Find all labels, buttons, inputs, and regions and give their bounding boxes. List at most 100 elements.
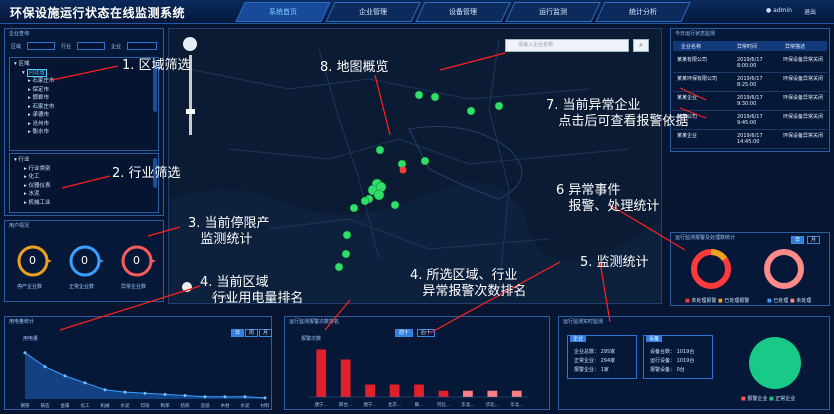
nav-company[interactable]: 企业管理 xyxy=(325,2,421,22)
alert-cell: 环保设备异常关闭 xyxy=(783,133,824,139)
legend-label: 报警企业 xyxy=(747,396,768,402)
legend-label: 已处理报警 xyxy=(724,298,750,304)
industry-label: 行业 xyxy=(61,44,72,50)
alarm-bar xyxy=(316,349,327,397)
alarm-bar xyxy=(414,384,424,397)
tree-item[interactable]: ▸ 石家庄市 xyxy=(14,77,55,86)
area-select[interactable] xyxy=(27,42,55,50)
alert-row[interactable]: 某某企业 2019/6/17 9:30:00 环保设备异常关闭 xyxy=(673,93,827,111)
user-menu[interactable]: ● admin xyxy=(766,7,792,14)
alarm-bar xyxy=(340,359,351,397)
tree-item[interactable]: ▸ 行业类别 xyxy=(14,165,51,174)
electric-point xyxy=(183,394,187,398)
alarm-tick: 邯... xyxy=(415,401,424,408)
legend-label: 已处理 xyxy=(773,298,789,304)
tree-item-label: 河北省 xyxy=(26,68,48,77)
electric-point xyxy=(263,396,267,400)
tree-item[interactable]: ▸ 沧州市 xyxy=(14,120,55,129)
app-title: 环保设施运行状态在线监测系统 xyxy=(10,6,186,20)
company-input[interactable] xyxy=(127,42,157,50)
tree-item-label: 邯郸市 xyxy=(32,95,50,101)
legend-label: 正常企业 xyxy=(775,396,796,402)
tree-item-label: 仪器仪表 xyxy=(28,182,51,189)
tree-item-label: 化工 xyxy=(28,174,40,180)
nav-home[interactable]: 系统首页 xyxy=(235,2,331,22)
alert-cell: 2019/6/17 14:45:00 xyxy=(737,133,763,145)
electric-point xyxy=(23,351,27,355)
alarm-rank-panel: 运行监测报警次数排名 前十 后十 报警次数 唐宁... 邢台... 唐宁... 北京.… xyxy=(284,316,550,410)
tree-item-label: 石家庄市 xyxy=(32,78,55,84)
event-stats-panel: 运行监测报警及处理数统计 日 月 ■ 未处理报警 ■ 已处理报警 ■ 已处理 ■… xyxy=(670,232,830,306)
alert-cell: 某某有限公司 xyxy=(677,57,708,63)
alarm-bar xyxy=(487,390,498,397)
annotation-monitor-stats: 5. 监测统计 xyxy=(580,255,649,270)
filter-panel: 企业查询 区域 行业 企业 ▾ 区域 ▾ 河北省 ▸ 石家庄市 ▸ 保定市 ▸ … xyxy=(4,28,164,216)
electric-point xyxy=(163,392,167,396)
tree-item[interactable]: ▸ 机械工业 xyxy=(14,199,51,208)
tree-root-area[interactable]: ▾ 区域 xyxy=(14,60,55,69)
processed-ring xyxy=(764,249,804,289)
tree-item[interactable]: ▸ 承德市 xyxy=(14,111,55,120)
logout-link[interactable]: 退出 xyxy=(804,7,816,16)
monitor-panel: 运行监测实时监测 企业 企业总数： 295家 正常企业： 294家 报警企业： 1家… xyxy=(558,316,830,410)
compass-icon[interactable] xyxy=(183,37,197,51)
electric-point xyxy=(243,395,247,399)
tree-item[interactable]: ▸ 保定市 xyxy=(14,86,55,95)
nav-stats[interactable]: 统计分析 xyxy=(595,2,691,22)
alert-row[interactable]: 某某有限公司 2019/6/17 8:00:00 环保设备异常关闭 xyxy=(673,55,827,73)
tree-item[interactable]: ▾ 河北省 xyxy=(14,68,55,78)
tree-item[interactable]: ▸ 仪器仪表 xyxy=(14,182,51,191)
electric-tick: 水泥 xyxy=(121,402,130,409)
tree-item[interactable]: ▸ 化工 xyxy=(14,173,51,182)
tree-item-label: 沧州市 xyxy=(32,120,50,127)
electric-tick: 水泥 xyxy=(241,402,250,409)
industry-tree: ▾ 行业 ▸ 行业类别 ▸ 化工 ▸ 仪器仪表 ▸ 水泥 ▸ 机械工业 xyxy=(14,156,51,207)
status-count-panel: 用户情况 0 0 0 停产企业数 正常企业数 异常企业数 xyxy=(4,220,164,302)
alert-row[interactable]: 某某环保有限公司 2019/6/17 8:25:00 环保设备异常关闭 xyxy=(673,74,827,92)
alarm-chart: 唐宁... 邢台... 唐宁... 北京... 邯... 河北... 华北... 华北... 华… xyxy=(309,349,529,408)
alert-cell: 环保设备异常关闭 xyxy=(783,95,824,101)
electric-tick: 印染 xyxy=(141,402,150,409)
tree-item[interactable]: ▸ 衡水市 xyxy=(14,128,55,137)
industry-tree-box: ▾ 行业 ▸ 行业类别 ▸ 化工 ▸ 仪器仪表 ▸ 水泥 ▸ 机械工业 xyxy=(9,153,159,213)
electric-tick: 机械 xyxy=(101,402,110,409)
electric-point xyxy=(203,395,207,399)
tree-item[interactable]: ▸ 水泥 xyxy=(14,190,51,199)
alert-row[interactable]: 某某公司 2019/6/17 9:45:00 环保设备异常关闭 xyxy=(673,112,827,130)
electric-point xyxy=(223,395,227,399)
alert-cell: 环保设备异常关闭 xyxy=(783,57,824,63)
zoom-handle[interactable] xyxy=(186,109,195,114)
annotation-event-stats: 6 异常事件 报警、处理统计 xyxy=(556,183,660,214)
annotation-electric-rank: 4. 当前区域 行业用电量排名 xyxy=(200,275,304,306)
map-search-input[interactable]: 请输入企业名称 xyxy=(505,39,629,52)
alert-cell: 2019/6/17 9:30:00 xyxy=(737,95,763,107)
annotation-stop-stats: 3. 当前停限产 监测统计 xyxy=(188,216,270,247)
alarm-bar xyxy=(463,390,473,397)
electric-tick: 钢铁 xyxy=(21,402,30,409)
alarm-bar xyxy=(438,390,449,397)
electric-tick: 纺织 xyxy=(181,402,190,409)
nav-device[interactable]: 设备管理 xyxy=(415,2,511,22)
event-legend-1: ■ 未处理报警 ■ 已处理报警 xyxy=(685,298,750,304)
nav-monitor[interactable]: 运行监测 xyxy=(505,2,601,22)
annotation-abnormal-company: 7. 当前异常企业 点击后可查看报警依据 xyxy=(546,98,689,129)
electric-tick: 化工 xyxy=(81,402,90,409)
map-search-button[interactable]: ⌕ xyxy=(633,39,649,52)
alert-row[interactable]: 某某企业 2019/6/17 14:45:00 环保设备异常关闭 xyxy=(673,131,827,149)
alert-cell: 2019/6/17 8:00:00 xyxy=(737,57,763,69)
alert-cell: 环保设备异常关闭 xyxy=(783,76,824,82)
electric-point xyxy=(83,381,87,385)
col-company: 企业名称 xyxy=(681,44,702,50)
tree-item-label: 石家庄市 xyxy=(32,103,55,110)
area-tree: ▾ 区域 ▾ 河北省 ▸ 石家庄市 ▸ 保定市 ▸ 邯郸市 ▸ 石家庄市 ▸ 承… xyxy=(14,60,55,137)
tree-item[interactable]: ▸ 石家庄市 xyxy=(14,103,55,112)
annotation-alarm-rank: 4. 所选区域、行业 异常报警次数排名 xyxy=(410,268,527,299)
alert-cell: 某某环保有限公司 xyxy=(677,76,718,82)
electric-point xyxy=(43,365,47,369)
alarm-bar xyxy=(365,384,375,397)
tree-item[interactable]: ▸ 邯郸市 xyxy=(14,94,55,103)
industry-select[interactable] xyxy=(77,42,105,50)
tree-root-industry[interactable]: ▾ 行业 xyxy=(14,156,51,165)
filter-title: 企业查询 xyxy=(9,31,30,37)
electric-tick: 金属 xyxy=(61,402,70,409)
